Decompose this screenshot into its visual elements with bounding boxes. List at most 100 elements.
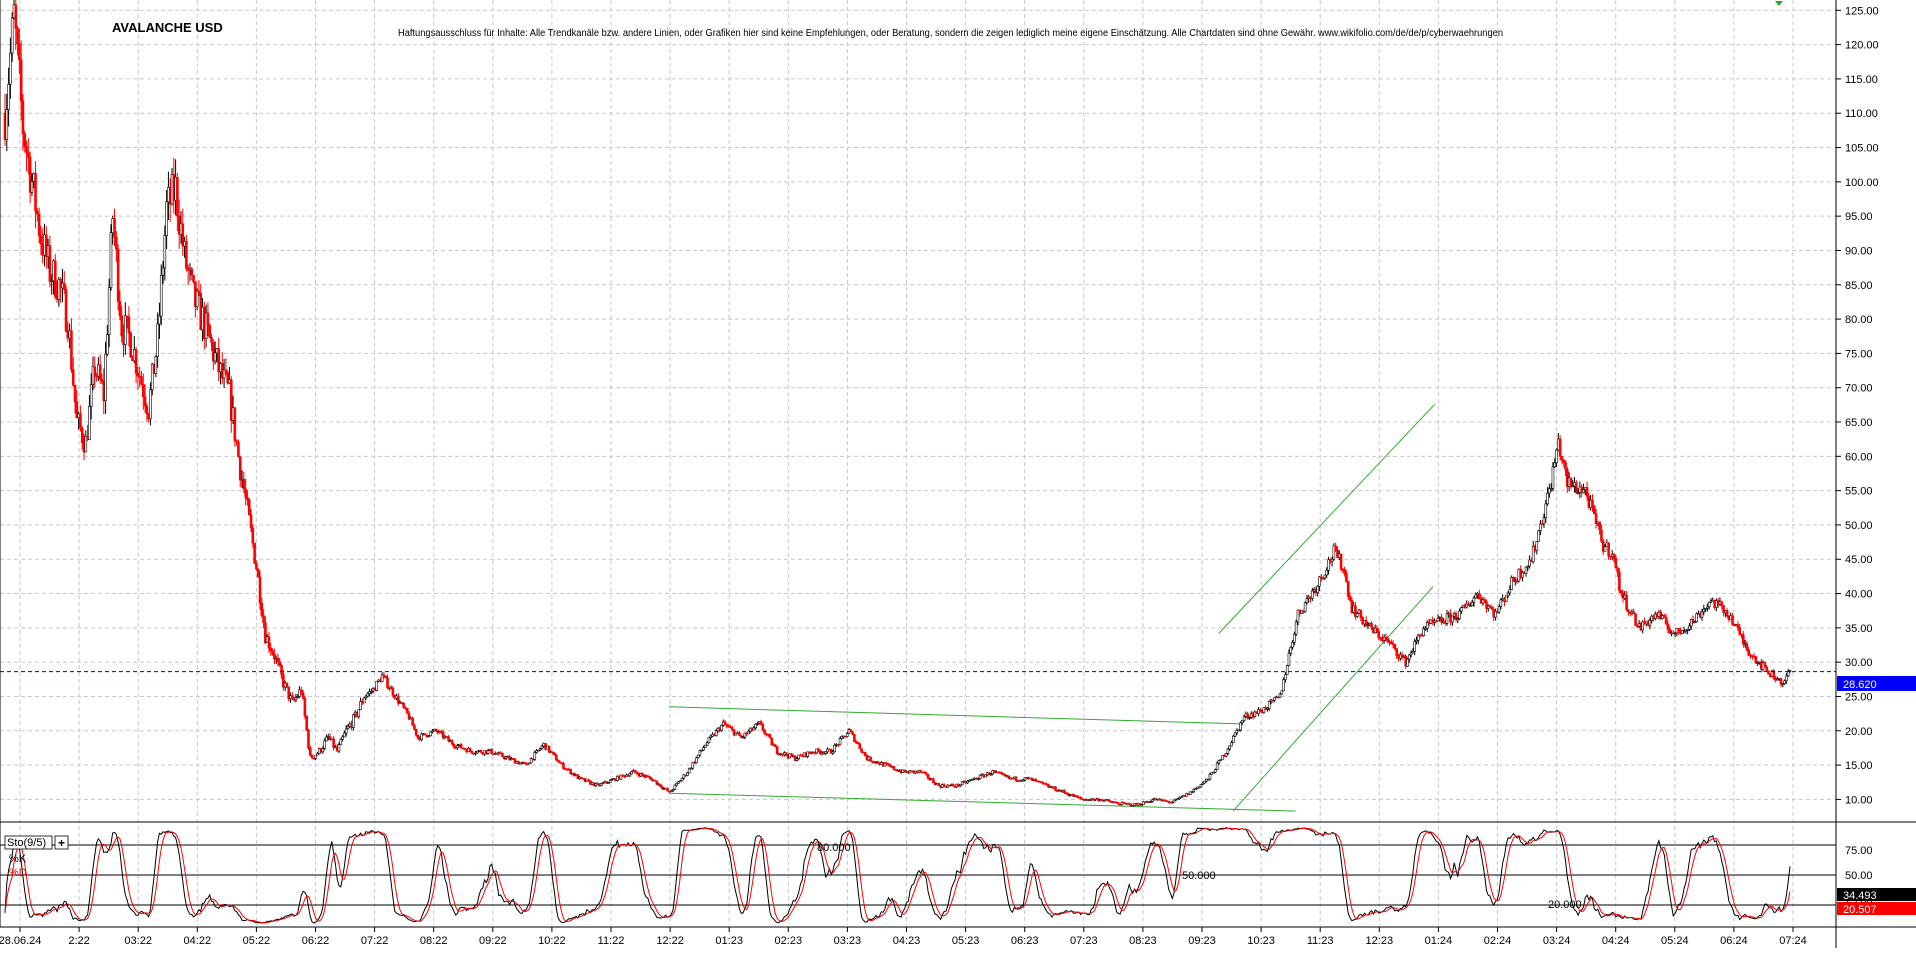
candle-body: [1323, 574, 1327, 579]
y-tick-label: 25.00: [1845, 691, 1873, 703]
x-tick-label: 04:24: [1602, 935, 1630, 947]
candle-body: [1702, 608, 1706, 613]
candle-body: [714, 730, 718, 736]
x-tick-label: 01:24: [1425, 935, 1453, 947]
candle-body: [1625, 595, 1628, 610]
x-tick-label: 06:22: [302, 935, 330, 947]
candle-body: [1215, 762, 1219, 770]
candle-body: [124, 315, 127, 346]
candle-body: [1282, 679, 1285, 692]
candle-body: [48, 245, 52, 282]
candle-body: [1318, 576, 1321, 587]
candle-body: [698, 750, 702, 756]
candle-body: [1422, 628, 1425, 636]
candle-body: [1458, 610, 1461, 620]
candle-body: [1788, 670, 1792, 672]
candle-body: [127, 316, 131, 334]
candle-body: [332, 738, 335, 748]
avax-chart: 125.00 120.00 115.00 110.00 105.00 100.00 95.0…: [0, 0, 1916, 948]
candle-body: [159, 274, 163, 317]
candle-body: [244, 488, 247, 498]
candle-body: [71, 369, 75, 386]
candle-body: [926, 773, 930, 779]
candle-body: [450, 740, 454, 745]
candle-body: [1348, 596, 1352, 601]
candle-body: [696, 754, 700, 759]
candle-body: [1285, 665, 1289, 676]
candle-body: [1375, 627, 1379, 632]
candle-body: [1305, 598, 1309, 604]
candle-body: [267, 636, 271, 649]
candle-body: [118, 301, 122, 317]
candle-body: [213, 352, 217, 362]
candle-body: [1591, 499, 1594, 507]
candle-body: [1483, 599, 1487, 602]
candle-body: [705, 742, 709, 746]
candle-body: [817, 748, 820, 752]
candle-body: [1284, 674, 1287, 680]
candle-body: [238, 456, 242, 481]
candle-body: [140, 376, 143, 385]
candle-body: [860, 748, 863, 753]
candle-body: [490, 748, 493, 755]
candle-body: [1490, 606, 1494, 610]
candle-body: [1535, 541, 1539, 551]
x-tick-label: 09:23: [1188, 935, 1216, 947]
candle-body: [303, 697, 307, 717]
candle-body: [300, 689, 303, 693]
candle-body: [1592, 505, 1596, 515]
candle-body: [1230, 742, 1233, 747]
candle-body: [301, 692, 305, 699]
candle-body: [754, 723, 757, 729]
candle-body: [1731, 615, 1734, 626]
candle-body: [1524, 566, 1528, 574]
candle-body: [1406, 658, 1409, 667]
candle-body: [88, 406, 91, 440]
candle-body: [411, 717, 414, 726]
candle-body: [1537, 530, 1540, 542]
candle-body: [1232, 735, 1235, 743]
candle-body: [1695, 613, 1698, 623]
candle-body: [414, 728, 418, 736]
candle-body: [768, 734, 772, 739]
candle-body: [109, 232, 113, 288]
candle-body: [1569, 477, 1573, 487]
candle-body: [1014, 776, 1018, 781]
candle-body: [761, 724, 765, 731]
candle-body: [251, 527, 255, 544]
candle-body: [1407, 654, 1411, 660]
candle-body: [62, 282, 66, 290]
y-tick-label: 100.00: [1845, 177, 1879, 189]
candle-body: [339, 738, 343, 745]
candle-body: [362, 697, 366, 704]
candle-body: [154, 356, 158, 374]
plus-icon[interactable]: +: [58, 836, 65, 850]
candle-body: [1345, 573, 1348, 583]
x-tick-label: 12:23: [1366, 935, 1394, 947]
candle-body: [271, 650, 274, 655]
candle-body: [1472, 597, 1476, 603]
candle-body: [851, 731, 854, 735]
candle-body: [192, 274, 195, 283]
candle-body: [1725, 610, 1729, 617]
candle-body: [79, 413, 82, 429]
candle-body: [784, 752, 788, 756]
candle-body: [280, 665, 283, 675]
candle-body: [120, 315, 124, 337]
candle-body: [1233, 732, 1237, 737]
candle-body: [1754, 656, 1758, 664]
y-tick-label: 35.00: [1845, 623, 1873, 635]
candle-body: [255, 563, 258, 570]
candle-body: [1546, 492, 1549, 505]
x-tick-label: 08:22: [420, 935, 448, 947]
candle-body: [702, 747, 705, 751]
candle-body: [501, 753, 504, 758]
candle-body: [1612, 554, 1616, 559]
x-tick-label: 02:24: [1484, 935, 1512, 947]
candle-body: [1508, 589, 1512, 594]
candle-body: [1763, 662, 1767, 668]
candle-body: [18, 43, 21, 61]
x-tick-label: 08:23: [1129, 935, 1157, 947]
candle-body: [1063, 790, 1066, 794]
candle-body: [197, 290, 201, 294]
